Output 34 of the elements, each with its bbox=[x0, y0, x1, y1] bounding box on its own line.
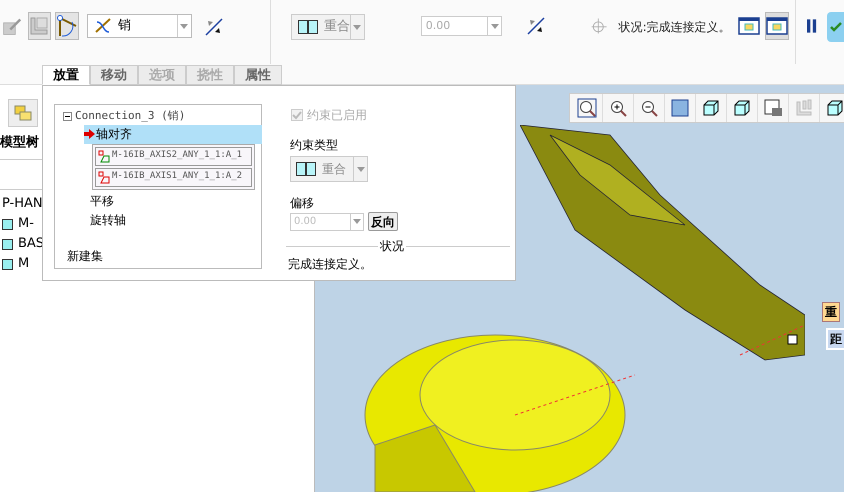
connection-type-value: 销 bbox=[118, 17, 132, 36]
tree-item[interactable]: P-HAN bbox=[2, 194, 43, 214]
constraint-label: 平移 bbox=[90, 193, 114, 210]
constraint-label: 轴对齐 bbox=[96, 126, 132, 143]
offset-value: 0.00 bbox=[294, 215, 318, 229]
reference-text: M-16IB_AXIS2_ANY_1_1:A_1 bbox=[112, 149, 242, 162]
status-heading: 状况 bbox=[379, 238, 405, 255]
constraint-label: 旋转轴 bbox=[90, 212, 126, 229]
connection-type-dropdown[interactable]: 销 bbox=[87, 14, 192, 38]
offset-value: 0.00 bbox=[426, 18, 452, 34]
status-message: 完成连接定义。 bbox=[288, 256, 373, 273]
constraint-type-label: 约束类型 bbox=[290, 137, 339, 154]
model-tree-title: 模型树 bbox=[0, 134, 39, 152]
status-text: 状况:完成连接定义。 bbox=[618, 19, 731, 36]
tree-item[interactable]: M bbox=[18, 254, 30, 274]
reference-item[interactable]: M-16IB_AXIS1_ANY_1_1:A_2 bbox=[95, 168, 252, 186]
constraint-type-value: 重合 bbox=[324, 18, 350, 36]
tree-item[interactable]: M- bbox=[18, 214, 34, 234]
constraint-enabled-label: 约束已启用 bbox=[307, 107, 367, 124]
dimension-label: 距 bbox=[826, 328, 844, 350]
flip-button[interactable]: 反向 bbox=[368, 212, 398, 231]
constraint-type-value: 重合 bbox=[322, 161, 347, 178]
panel-tab[interactable]: 移动 bbox=[90, 65, 138, 85]
offset-label: 偏移 bbox=[290, 195, 315, 212]
reference-text: M-16IB_AXIS1_ANY_1_1:A_2 bbox=[112, 170, 242, 184]
constraint-row[interactable]: 旋转轴 bbox=[89, 210, 261, 230]
new-set-link[interactable]: 新建集 bbox=[67, 246, 261, 264]
panel-tab[interactable]: 放置 bbox=[42, 65, 90, 85]
connection-label[interactable]: Connection_3 (销) bbox=[75, 108, 186, 124]
dimension-label: 重 bbox=[822, 302, 840, 322]
constraint-row[interactable]: 轴对齐 bbox=[84, 124, 262, 144]
constraint-row[interactable]: 平移 bbox=[89, 192, 261, 210]
panel-tab[interactable]: 属性 bbox=[234, 65, 282, 85]
reference-item[interactable]: M-16IB_AXIS2_ANY_1_1:A_1 bbox=[95, 146, 252, 166]
